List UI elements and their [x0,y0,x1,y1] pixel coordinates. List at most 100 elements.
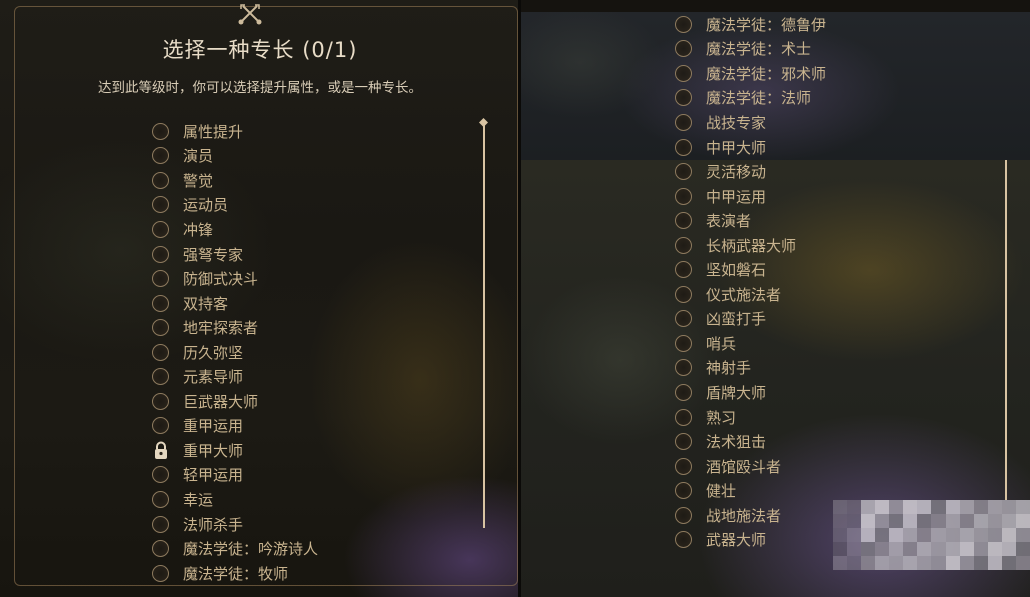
feat-option[interactable]: 幸运 [152,487,318,512]
feat-option-label: 熟习 [706,408,737,427]
feat-option[interactable]: 魔法学徒：邪术师 [675,61,826,86]
pixel-tile [931,500,946,514]
feat-option[interactable]: 运动员 [152,193,318,218]
feat-option[interactable]: 健壮 [675,478,826,503]
pixel-tile [889,514,904,528]
pixel-tile [889,500,904,514]
feat-option[interactable]: 表演者 [675,208,826,233]
pixel-tile [959,542,974,556]
feat-option[interactable]: 历久弥坚 [152,340,318,365]
feat-option-label: 元素导师 [183,368,244,387]
feat-option[interactable]: 熟习 [675,405,826,430]
radio-empty-icon [675,261,692,279]
pixel-tile [861,500,876,514]
feat-option[interactable]: 冲锋 [152,217,318,242]
feat-option[interactable]: 长柄武器大师 [675,233,826,258]
feat-option[interactable]: 哨兵 [675,331,826,356]
feat-option[interactable]: 重甲大师 [152,438,318,463]
pixel-tile [973,514,988,528]
feat-option[interactable]: 重甲运用 [152,414,318,439]
feat-option-label: 历久弥坚 [183,343,244,362]
pixel-tile [1015,542,1030,556]
radio-empty-icon [152,540,169,558]
pixel-tile [903,556,918,570]
radio-empty-icon [675,163,692,181]
feat-option-label: 酒馆殴斗者 [706,457,782,476]
feat-option[interactable]: 演员 [152,144,318,169]
feat-option[interactable]: 盾牌大师 [675,380,826,405]
feat-option-label: 魔法学徒：牧师 [183,564,289,583]
radio-empty-icon [675,285,692,303]
pixel-tile [833,542,848,556]
pixel-tile [875,528,890,542]
feat-option[interactable]: 神射手 [675,356,826,381]
feat-option[interactable]: 凶蛮打手 [675,307,826,332]
feat-option-label: 魔法学徒：术士 [706,40,812,59]
level-up-feat-screen: 选择一种专长 (0/1) 达到此等级时，你可以选择提升属性，或是一种专长。 属性… [0,0,1030,597]
feat-option[interactable]: 地牢探索者 [152,315,318,340]
pixel-tile [917,514,932,528]
feat-option[interactable]: 双持客 [152,291,318,316]
feat-option-label: 法师杀手 [183,515,244,534]
feat-option[interactable]: 防御式决斗 [152,266,318,291]
pixel-tile [959,528,974,542]
panel-title: 选择一种专长 (0/1) [162,38,358,62]
feat-option-label: 盾牌大师 [706,383,767,402]
radio-empty-icon [675,482,692,500]
feat-option-label: 魔法学徒：吟游诗人 [183,540,319,559]
radio-empty-icon [152,294,169,312]
pixel-tile [945,556,960,570]
feat-option-label: 中甲大师 [706,138,767,157]
feat-list-right: 魔法学徒：德鲁伊魔法学徒：术士魔法学徒：邪术师 魔法学徒：法师 战技专家中甲大师灵活… [675,12,826,552]
feat-option[interactable]: 酒馆殴斗者 [675,454,826,479]
radio-empty-icon [675,89,692,107]
feat-option[interactable]: 魔法学徒：牧师 [152,561,318,586]
radio-empty-icon [675,457,692,475]
feat-option-label: 防御式决斗 [183,270,259,289]
pixel-tile [959,514,974,528]
radio-empty-icon [675,113,692,131]
feat-option-label: 演员 [183,147,214,166]
feat-option[interactable]: 强弩专家 [152,242,318,267]
feat-option[interactable]: 武器大师 [675,527,826,552]
feat-option[interactable]: 仪式施法者 [675,282,826,307]
pixel-tile [945,528,960,542]
pixel-tile [875,556,890,570]
pixel-tile [1015,514,1030,528]
feat-option-label: 哨兵 [706,334,737,353]
radio-empty-icon [675,334,692,352]
feat-option[interactable]: 魔法学徒：术士 [675,37,826,62]
pixel-tile [833,500,848,514]
scrollbar-left[interactable] [483,124,485,528]
feat-option[interactable]: 法术狙击 [675,429,826,454]
feat-option-label: 坚如磐石 [706,261,767,280]
feat-option[interactable]: 战技专家 [675,110,826,135]
feat-option-label: 战地施法者 [706,506,782,525]
pixel-tile [861,556,876,570]
feat-option-label: 健壮 [706,482,737,501]
feat-option-label: 双持客 [183,294,229,313]
feat-option[interactable]: 坚如磐石 [675,257,826,282]
pixel-tile [987,542,1002,556]
pixel-tile [959,556,974,570]
feat-option[interactable]: 法师杀手 [152,512,318,537]
scrollbar-right[interactable] [1005,160,1007,500]
feat-option[interactable]: 魔法学徒：法师 [675,86,826,111]
feat-option[interactable]: 警觉 [152,168,318,193]
feat-option[interactable]: 中甲大师 [675,135,826,160]
feat-option[interactable]: 属性提升 [152,119,318,144]
feat-option[interactable]: 元素导师 [152,364,318,389]
feat-option-label: 仪式施法者 [706,285,782,304]
radio-empty-icon [675,236,692,254]
feat-option[interactable]: 巨武器大师 [152,389,318,414]
feat-option[interactable]: 战地施法者 [675,503,826,528]
pixel-tile [903,514,918,528]
feat-option[interactable]: 中甲运用 [675,184,826,209]
radio-empty-icon [675,433,692,451]
radio-empty-icon [675,359,692,377]
feat-option[interactable]: 魔法学徒：德鲁伊 [675,12,826,37]
feat-option[interactable]: 魔法学徒：吟游诗人 [152,536,318,561]
feat-option[interactable]: 灵活移动 [675,159,826,184]
feat-option[interactable]: 轻甲运用 [152,463,318,488]
pixel-tile [1015,556,1030,570]
